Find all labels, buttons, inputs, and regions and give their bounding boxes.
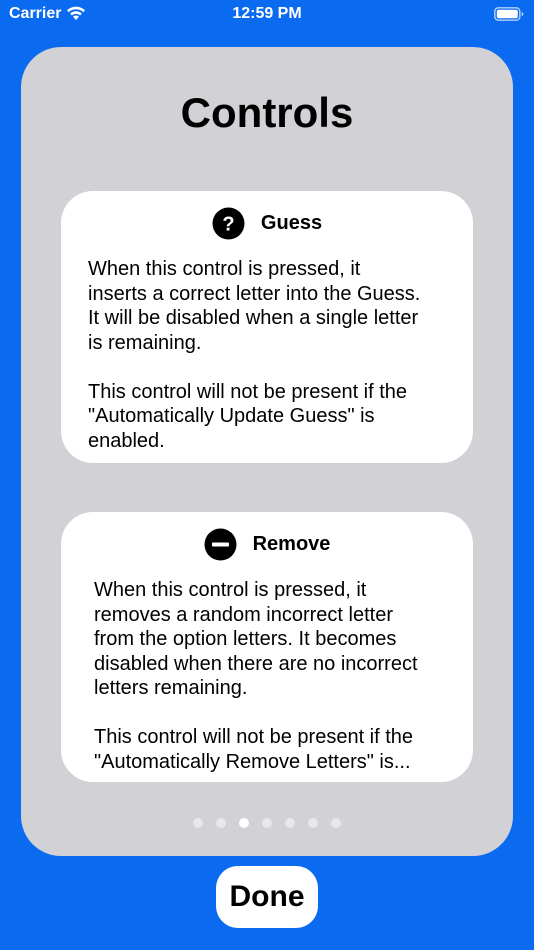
page-dot-6[interactable]: [308, 818, 318, 828]
card-description: When this control is pressed, it inserts…: [88, 258, 421, 452]
battery-icon: [494, 7, 524, 21]
page-indicator[interactable]: [0, 818, 534, 828]
card-description: When this control is pressed, it removes…: [94, 579, 418, 773]
question-circle-icon: ?: [212, 207, 245, 239]
page-dot-4[interactable]: [262, 818, 272, 828]
card-title: Remove: [252, 532, 331, 555]
page-dot-5[interactable]: [285, 818, 295, 828]
card-header: ? Guess: [61, 206, 473, 240]
card-header: Remove: [61, 527, 473, 561]
minus-circle-icon: [204, 528, 237, 560]
card-title: Guess: [260, 211, 323, 234]
page-title: Controls: [180, 89, 354, 136]
done-button[interactable]: Done: [216, 866, 318, 928]
page-dot-3-active[interactable]: [239, 818, 249, 828]
page-dot-1[interactable]: [193, 818, 203, 828]
page-dot-2[interactable]: [216, 818, 226, 828]
guess-control-card: ? Guess When this control is pressed, it…: [61, 191, 473, 463]
remove-control-card[interactable]: Remove When this control is pressed, it …: [61, 512, 473, 782]
status-bar: Carrier 12:59 PM: [0, 0, 534, 30]
page-dot-7[interactable]: [331, 818, 341, 828]
svg-text:?: ?: [222, 213, 234, 235]
clock-time: 12:59 PM: [232, 5, 302, 22]
